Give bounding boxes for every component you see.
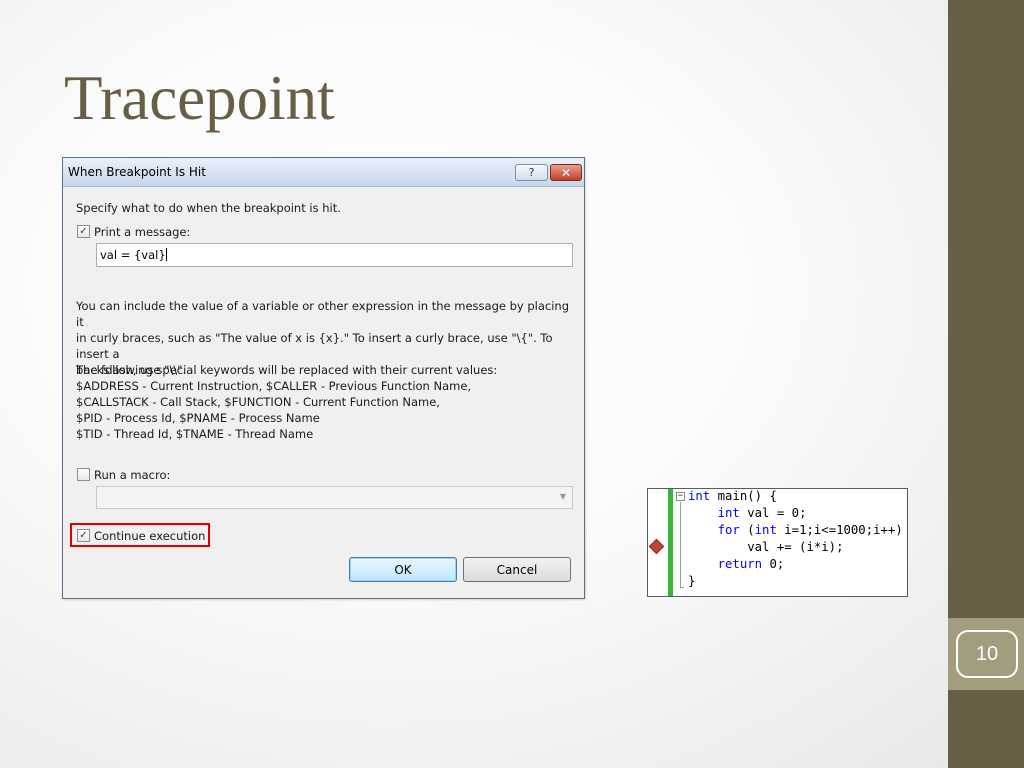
cancel-button[interactable]: Cancel [463, 557, 571, 582]
code-line: return 0; [688, 556, 785, 573]
outline-end [680, 587, 684, 588]
code-line: int main() { [688, 489, 777, 505]
help-icon: ? [528, 166, 535, 179]
code-keyword: int [688, 489, 711, 503]
dialog-title: When Breakpoint Is Hit [68, 165, 206, 179]
code-text: } [688, 574, 696, 588]
print-message-checkbox[interactable]: ✓ [77, 225, 90, 238]
code-editor-snippet: − int main() { int val = 0; for (int i=1… [647, 488, 908, 597]
close-button[interactable]: ✕ [550, 164, 582, 181]
print-message-label: Print a message: [94, 225, 191, 239]
check-icon: ✓ [79, 530, 88, 541]
keywords-line: The following special keywords will be r… [76, 363, 498, 377]
continue-execution-label: Continue execution [94, 529, 206, 543]
when-breakpoint-is-hit-dialog: When Breakpoint Is Hit ? ✕ Specify what … [62, 157, 585, 599]
help-text-line: You can include the value of a variable … [76, 299, 570, 329]
code-line: val += (i*i); [688, 539, 843, 556]
keywords-line: $CALLSTACK - Call Stack, $FUNCTION - Cur… [76, 395, 440, 409]
code-text: i=1;i<=1000;i++) [776, 523, 903, 537]
collapse-icon[interactable]: − [676, 492, 685, 501]
code-keyword: return [717, 557, 763, 571]
help-button[interactable]: ? [515, 164, 548, 181]
outline-line [680, 502, 681, 587]
continue-execution-checkbox[interactable]: ✓ [77, 529, 90, 542]
code-text: val = 0; [739, 506, 807, 520]
keywords-line: $PID - Process Id, $PNAME - Process Name [76, 411, 320, 425]
keywords-line: $TID - Thread Id, $TNAME - Thread Name [76, 427, 314, 441]
code-keyword: for [717, 523, 740, 537]
check-icon: ✓ [79, 226, 88, 237]
message-input-value: val = {val} [100, 248, 166, 262]
keywords-help-text: The following special keywords will be r… [76, 362, 576, 442]
dialog-intro: Specify what to do when the breakpoint i… [76, 201, 341, 215]
run-macro-label: Run a macro: [94, 468, 171, 482]
keywords-line: $ADDRESS - Current Instruction, $CALLER … [76, 379, 472, 393]
code-keyword: int [754, 523, 777, 537]
help-text-line: in curly braces, such as "The value of x… [76, 331, 553, 361]
text-caret [165, 248, 167, 261]
ok-button[interactable]: OK [349, 557, 457, 582]
code-line: } [688, 573, 695, 590]
code-text: val += (i*i); [747, 540, 844, 554]
run-macro-checkbox[interactable] [77, 468, 90, 481]
code-line: int val = 0; [688, 505, 807, 522]
breakpoint-marker-icon[interactable] [648, 538, 665, 555]
code-text: 0; [762, 557, 785, 571]
code-text: main() { [710, 489, 777, 503]
slide-title: Tracepoint [64, 63, 335, 133]
code-keyword: int [717, 506, 740, 520]
page-number: 10 [956, 630, 1018, 678]
code-text: ( [739, 523, 755, 537]
macro-select[interactable]: ▼ [96, 486, 573, 509]
chevron-down-icon: ▼ [559, 492, 566, 501]
message-input[interactable]: val = {val} [96, 243, 573, 267]
dialog-titlebar: When Breakpoint Is Hit ? ✕ [63, 158, 584, 187]
code-line: for (int i=1;i<=1000;i++) [688, 522, 903, 539]
close-icon: ✕ [560, 165, 572, 180]
change-tracking-bar [668, 489, 673, 596]
